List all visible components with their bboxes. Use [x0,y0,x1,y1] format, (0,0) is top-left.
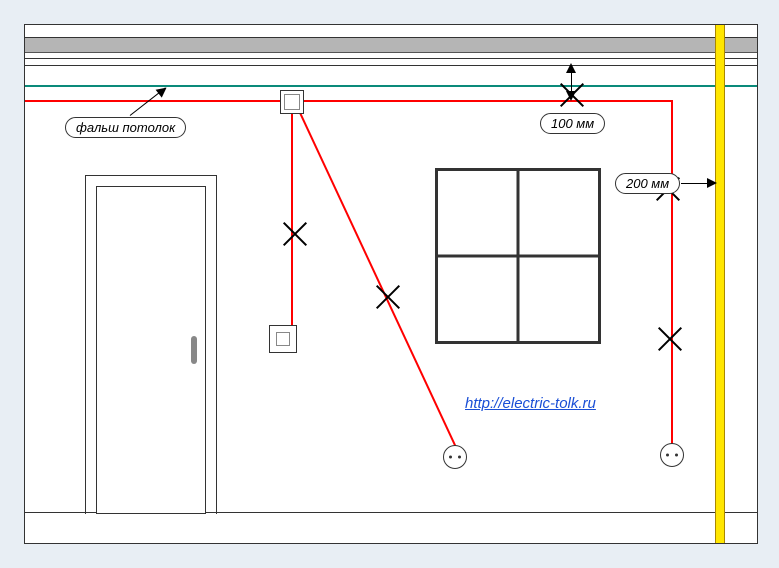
arrow-right-icon [707,178,717,188]
light-switch [269,325,297,353]
floor-line [25,512,757,537]
label-100mm: 100 мм [540,113,605,134]
cross-mark-icon [373,283,401,311]
cross-mark-icon [280,220,308,248]
wire-diagonal-to-outlet [299,112,457,448]
cross-mark-icon [655,325,683,353]
door-leaf [96,186,206,514]
outlet-left [443,445,467,469]
gas-pipe [715,25,725,543]
ceiling-molding [25,58,757,66]
window [435,168,601,344]
junction-box-inner [284,94,300,110]
diagram-canvas: фальш потолок 100 мм 200 мм http://elect… [0,0,779,568]
wire-to-outlet-right [671,100,673,445]
wall-frame: фальш потолок 100 мм 200 мм http://elect… [24,24,758,544]
label-false-ceiling: фальш потолок [65,117,186,138]
outlet-right [660,443,684,467]
false-ceiling-line [25,85,757,87]
arrow-down-icon [566,91,576,101]
door [85,175,217,514]
source-link[interactable]: http://electric-tolk.ru [465,395,596,412]
junction-box [280,90,304,114]
arrow-up-icon [566,63,576,73]
label-200mm: 200 мм [615,173,680,194]
ceiling-slab [25,37,757,53]
door-handle [191,336,197,364]
